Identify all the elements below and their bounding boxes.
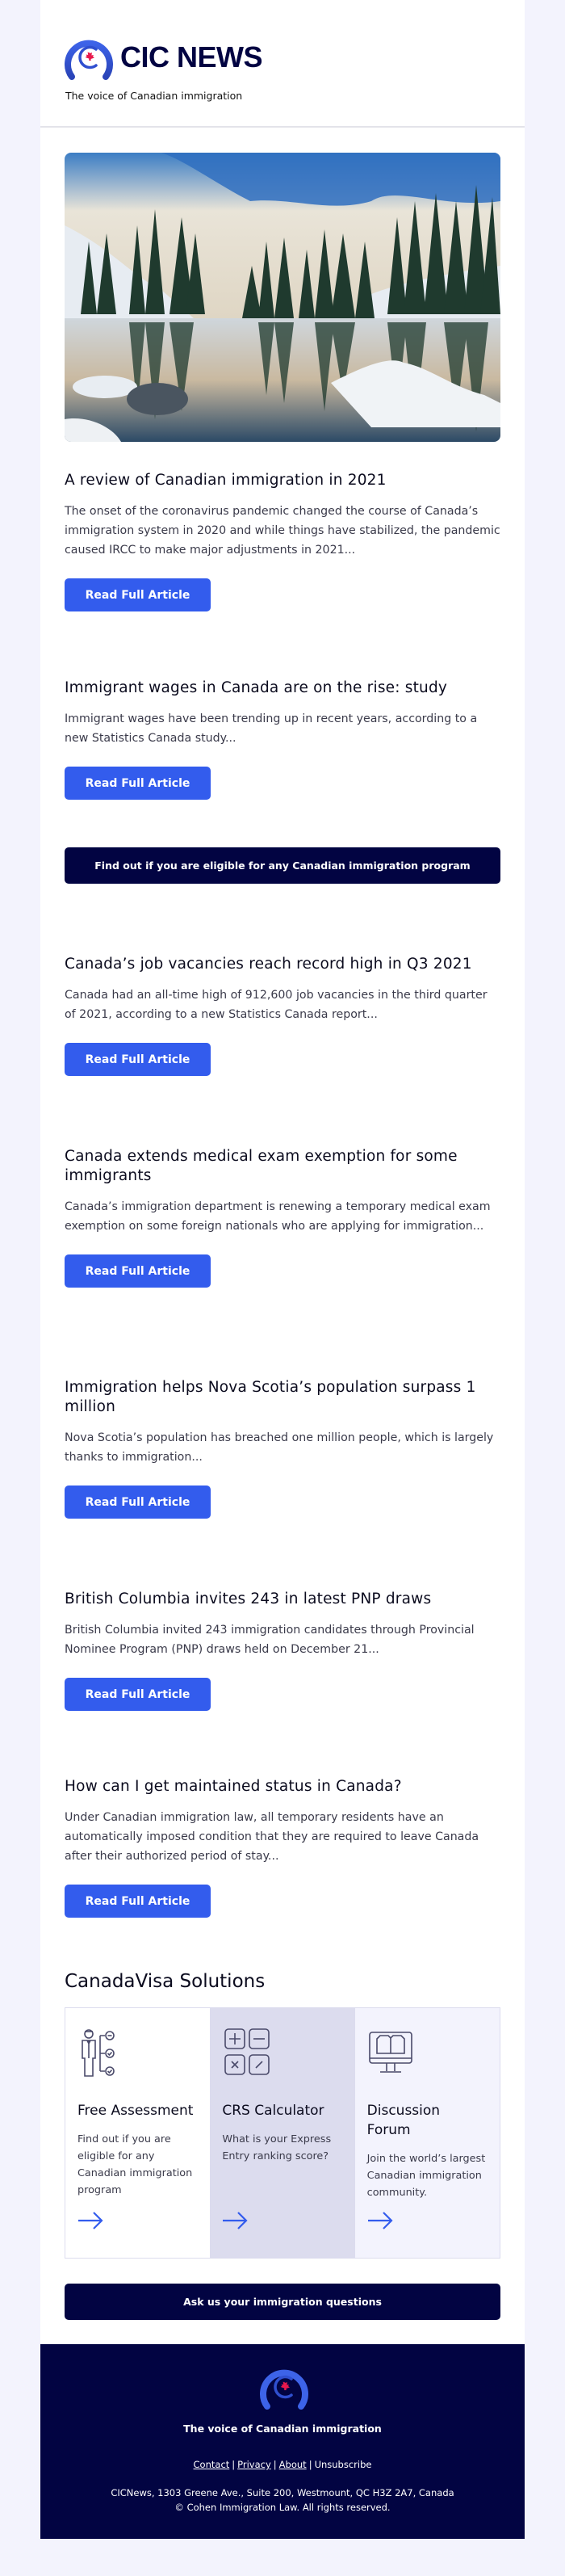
article-title[interactable]: Canada’s job vacancies reach record high… xyxy=(65,955,500,974)
read-full-article-button[interactable]: Read Full Article xyxy=(65,1254,211,1288)
read-full-article-button[interactable]: Read Full Article xyxy=(65,1486,211,1519)
read-full-article-button[interactable]: Read Full Article xyxy=(65,767,211,800)
separator: | xyxy=(308,2459,312,2470)
arrow-right-icon[interactable] xyxy=(367,2212,393,2229)
solution-title: CRS Calculator xyxy=(222,2103,324,2119)
assessment-person-checklist-icon xyxy=(82,2029,115,2077)
email-column: CIC NEWS The voice of Canadian immigrati… xyxy=(40,0,525,2539)
footer-link-about[interactable]: About xyxy=(279,2459,307,2470)
solution-text: Join the world’s largest Canadian immigr… xyxy=(366,2153,486,2199)
article-card: Immigrant wages in Canada are on the ris… xyxy=(65,679,500,800)
forum-book-monitor-icon xyxy=(368,2032,412,2073)
read-full-article-button[interactable]: Read Full Article xyxy=(65,1885,211,1918)
footer-link-contact[interactable]: Contact xyxy=(194,2459,230,2470)
article-summary: Canada’s immigration department is renew… xyxy=(65,1200,491,1233)
article-title[interactable]: A review of Canadian immigration in 2021 xyxy=(65,471,500,490)
eligibility-cta-button[interactable]: Find out if you are eligible for any Can… xyxy=(65,847,500,884)
article-card: A review of Canadian immigration in 2021… xyxy=(65,471,500,611)
email-page: CIC NEWS The voice of Canadian immigrati… xyxy=(0,0,565,2576)
read-full-article-button[interactable]: Read Full Article xyxy=(65,1678,211,1711)
calculator-icon xyxy=(224,2028,270,2075)
footer-address: CICNews, 1303 Greene Ave., Suite 200, We… xyxy=(111,2487,454,2498)
article-summary: Nova Scotia’s population has breached on… xyxy=(65,1431,494,1464)
article-card: Canada extends medical exam exemption fo… xyxy=(65,1147,500,1288)
footer-copyright: © Cohen Immigration Law. All rights rese… xyxy=(174,2502,391,2513)
footer-address-block: CICNews, 1303 Greene Ave., Suite 200, We… xyxy=(40,2486,525,2515)
solution-discussion-forum[interactable]: Discussion Forum Join the world’s larges… xyxy=(354,2008,500,2258)
solution-text: What is your Express Entry ranking score… xyxy=(222,2133,332,2162)
article-title[interactable]: British Columbia invites 243 in latest P… xyxy=(65,1590,500,1609)
read-full-article-button[interactable]: Read Full Article xyxy=(65,578,211,611)
article-summary: Immigrant wages have been trending up in… xyxy=(65,712,478,745)
header-tagline: The voice of Canadian immigration xyxy=(65,90,243,102)
solution-text: Find out if you are eligible for any Can… xyxy=(77,2133,193,2196)
hero-image[interactable] xyxy=(65,153,500,442)
solution-crs-calculator[interactable]: CRS Calculator What is your Express Entr… xyxy=(210,2008,355,2258)
arrow-right-icon[interactable] xyxy=(77,2212,103,2229)
article-card: British Columbia invites 243 in latest P… xyxy=(65,1590,500,1711)
article-summary: The onset of the coronavirus pandemic ch… xyxy=(65,505,500,557)
lake-forest-image xyxy=(65,153,500,442)
ask-questions-button[interactable]: Ask us your immigration questions xyxy=(65,2284,500,2320)
footer-link-unsubscribe[interactable]: Unsubscribe xyxy=(315,2459,372,2470)
footer-links: Contact | Privacy | About | Unsubscribe xyxy=(40,2459,525,2470)
read-full-article-button[interactable]: Read Full Article xyxy=(65,1043,211,1076)
separator: | xyxy=(273,2459,277,2470)
solutions-heading: CanadaVisa Solutions xyxy=(65,1971,266,1992)
article-summary: Under Canadian immigration law, all temp… xyxy=(65,1811,479,1863)
solutions-grid: Free Assessment Find out if you are elig… xyxy=(65,2007,500,2259)
footer-tagline: The voice of Canadian immigration xyxy=(183,2423,382,2435)
cic-logo-icon[interactable] xyxy=(259,2364,309,2410)
cic-logo-icon xyxy=(65,40,113,80)
brand-logo[interactable]: CIC NEWS xyxy=(64,35,263,80)
footer-link-privacy[interactable]: Privacy xyxy=(237,2459,271,2470)
header: CIC NEWS The voice of Canadian immigrati… xyxy=(40,0,525,128)
article-summary: Canada had an all-time high of 912,600 j… xyxy=(65,989,488,1021)
article-title[interactable]: How can I get maintained status in Canad… xyxy=(65,1777,500,1796)
brand-name: CIC NEWS xyxy=(120,40,263,74)
article-title[interactable]: Immigrant wages in Canada are on the ris… xyxy=(65,679,500,698)
article-summary: British Columbia invited 243 immigration… xyxy=(65,1624,475,1656)
solution-free-assessment[interactable]: Free Assessment Find out if you are elig… xyxy=(65,2008,211,2258)
article-card: Canada’s job vacancies reach record high… xyxy=(65,955,500,1076)
article-card: How can I get maintained status in Canad… xyxy=(65,1777,500,1918)
article-title[interactable]: Canada extends medical exam exemption fo… xyxy=(65,1147,500,1186)
solution-title: Free Assessment xyxy=(77,2103,194,2119)
separator: | xyxy=(232,2459,236,2470)
article-card: Immigration helps Nova Scotia’s populati… xyxy=(65,1378,500,1519)
article-title[interactable]: Immigration helps Nova Scotia’s populati… xyxy=(65,1378,500,1417)
arrow-right-icon[interactable] xyxy=(222,2212,248,2229)
footer: The voice of Canadian immigration Contac… xyxy=(40,2344,525,2539)
solution-title: Discussion Forum xyxy=(366,2103,441,2138)
